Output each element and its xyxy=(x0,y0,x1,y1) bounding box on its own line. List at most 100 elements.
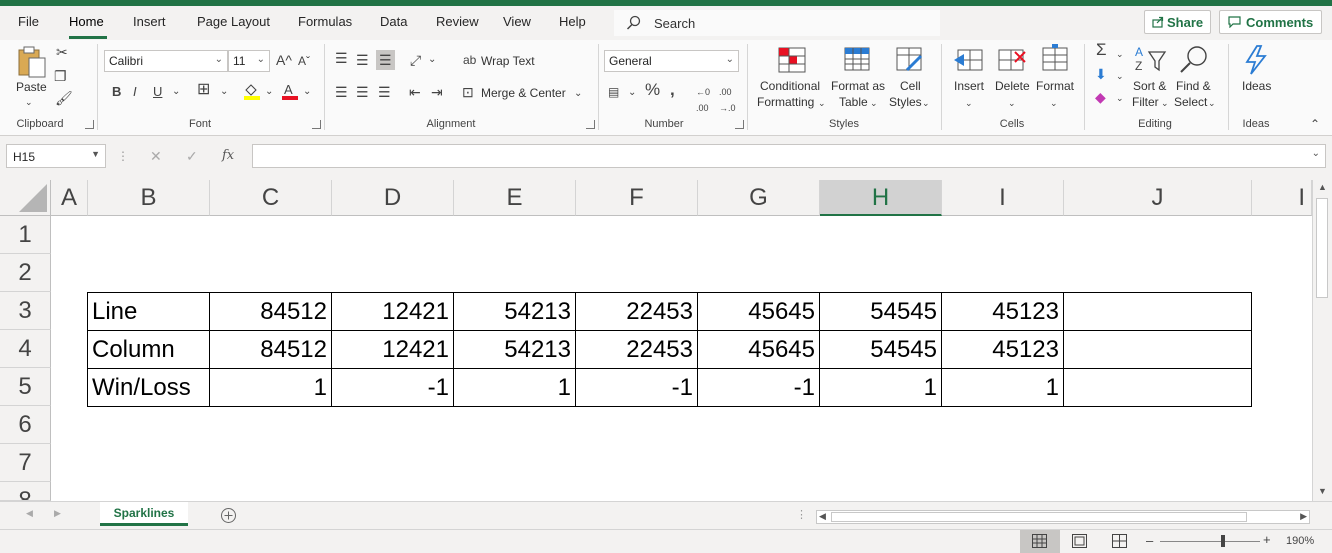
font-color-icon[interactable]: A xyxy=(281,82,299,100)
decrease-font-icon[interactable]: Aˇ xyxy=(298,53,310,69)
align-left-icon[interactable]: ☰ xyxy=(335,84,348,100)
ideas-button[interactable]: Ideas xyxy=(1242,79,1271,93)
find-select-icon[interactable] xyxy=(1179,44,1209,74)
column-header-e[interactable]: E xyxy=(454,180,576,216)
scroll-right-icon[interactable]: ▶ xyxy=(1300,511,1307,522)
table-cell-empty[interactable] xyxy=(1064,293,1252,331)
chevron-down-icon[interactable]: ⌄ xyxy=(965,95,973,111)
column-header-i[interactable]: I xyxy=(942,180,1064,216)
chevron-down-icon[interactable]: ⌄ xyxy=(818,95,826,111)
table-cell[interactable]: 54545 xyxy=(820,293,942,331)
table-cell[interactable]: 84512 xyxy=(210,331,332,369)
wrap-text-button[interactable]: Wrap Text xyxy=(481,54,535,68)
increase-font-icon[interactable]: A^ xyxy=(276,52,292,68)
page-layout-view-icon[interactable] xyxy=(1072,534,1087,548)
row-header-7[interactable]: 7 xyxy=(0,444,51,482)
zoom-in-icon[interactable]: + xyxy=(1263,532,1271,547)
font-launcher[interactable] xyxy=(312,120,321,129)
horizontal-scroll-thumb[interactable] xyxy=(831,512,1247,522)
tab-help[interactable]: Help xyxy=(559,14,586,29)
column-header-k[interactable]: I xyxy=(1252,180,1312,216)
chevron-down-icon[interactable]: ⌄ xyxy=(265,84,273,100)
select-all-button[interactable] xyxy=(0,180,51,216)
share-button[interactable]: Share xyxy=(1144,10,1211,34)
paste-label[interactable]: Paste xyxy=(16,80,47,94)
zoom-out-icon[interactable]: – xyxy=(1146,533,1153,548)
cell-styles-icon[interactable] xyxy=(895,46,925,74)
horizontal-scrollbar[interactable]: ◀ ▶ xyxy=(816,510,1310,524)
zoom-slider-track[interactable] xyxy=(1160,541,1260,542)
chevron-down-icon[interactable]: ⌄ xyxy=(628,85,636,101)
table-cell[interactable]: -1 xyxy=(576,369,698,407)
select-label[interactable]: Select xyxy=(1174,95,1207,109)
tab-review[interactable]: Review xyxy=(436,14,479,29)
align-bottom-icon[interactable]: ☰ xyxy=(376,50,395,70)
cut-icon[interactable]: ✂ xyxy=(56,44,68,60)
column-header-f[interactable]: F xyxy=(576,180,698,216)
chevron-down-icon[interactable]: ⌄ xyxy=(1116,90,1124,106)
table-cell[interactable]: 54213 xyxy=(454,331,576,369)
table-label[interactable]: Table xyxy=(839,95,868,109)
table-cell[interactable]: 1 xyxy=(210,369,332,407)
table-cell[interactable]: 1 xyxy=(942,369,1064,407)
tab-file[interactable]: File xyxy=(18,14,39,29)
alignment-launcher[interactable] xyxy=(586,120,595,129)
table-cell[interactable]: Line xyxy=(88,293,210,331)
wrap-text-icon[interactable]: ab xyxy=(463,52,476,68)
borders-icon[interactable]: ⊞ xyxy=(197,82,210,98)
clear-icon[interactable]: ◆ xyxy=(1095,89,1106,105)
table-cell[interactable]: 45123 xyxy=(942,331,1064,369)
ideas-icon[interactable] xyxy=(1241,44,1269,76)
chevron-down-icon[interactable]: ⌄ xyxy=(1116,68,1124,84)
table-cell[interactable]: 22453 xyxy=(576,293,698,331)
chevron-down-icon[interactable]: ⌄ xyxy=(1116,46,1124,62)
italic-button[interactable]: I xyxy=(133,84,137,100)
tab-insert[interactable]: Insert xyxy=(133,14,166,29)
name-box[interactable]: H15 ▼ xyxy=(6,144,106,168)
decrease-indent-icon[interactable]: ⇤ xyxy=(409,84,421,100)
chevron-down-icon[interactable]: ⌄ xyxy=(922,95,930,111)
accounting-format-icon[interactable]: ▤ xyxy=(608,84,619,100)
increase-indent-icon[interactable]: ⇥ xyxy=(431,84,443,100)
vertical-scroll-thumb[interactable] xyxy=(1316,198,1328,298)
row-header-2[interactable]: 2 xyxy=(0,254,51,292)
row-header-1[interactable]: 1 xyxy=(0,216,51,254)
insert-function-icon[interactable]: fx xyxy=(222,148,234,164)
table-cell[interactable]: 12421 xyxy=(332,293,454,331)
align-middle-icon[interactable]: ☰ xyxy=(356,52,369,68)
orientation-icon[interactable]: ⤢ xyxy=(410,52,421,68)
format-as-table-icon[interactable] xyxy=(843,46,873,74)
paste-dropdown-icon[interactable]: ⌄ xyxy=(25,94,33,110)
align-center-icon[interactable]: ☰ xyxy=(356,84,369,100)
format-cells-icon[interactable] xyxy=(1040,44,1070,74)
row-header-4[interactable]: 4 xyxy=(0,330,51,368)
row-header-3[interactable]: 3 xyxy=(0,292,51,330)
chevron-down-icon[interactable]: ⌄ xyxy=(303,84,311,100)
more-options-icon[interactable]: ⋮ xyxy=(117,148,129,164)
enter-icon[interactable]: ✓ xyxy=(186,148,198,164)
table-cell[interactable]: 84512 xyxy=(210,293,332,331)
table-cell[interactable]: 12421 xyxy=(332,331,454,369)
copy-icon[interactable]: ❐ xyxy=(54,68,67,84)
normal-view-button[interactable] xyxy=(1020,530,1060,553)
chevron-down-icon[interactable]: ⌄ xyxy=(428,52,436,68)
column-header-g[interactable]: G xyxy=(698,180,820,216)
column-header-c[interactable]: C xyxy=(210,180,332,216)
chevron-down-icon[interactable]: ⌄ xyxy=(1050,95,1058,111)
filter-label[interactable]: Filter xyxy=(1132,95,1159,109)
font-name-select[interactable]: Calibri ⌄ xyxy=(104,50,228,72)
row-header-5[interactable]: 5 xyxy=(0,368,51,406)
scroll-up-icon[interactable]: ▲ xyxy=(1318,182,1327,192)
worksheet-grid[interactable]: A B C D E F G H I J I 1 2 3 4 5 6 7 8 Li… xyxy=(0,180,1312,501)
conditional-formatting-icon[interactable] xyxy=(777,46,807,74)
align-top-icon[interactable]: ☰ xyxy=(335,50,348,66)
scroll-down-icon[interactable]: ▼ xyxy=(1318,486,1327,496)
align-right-icon[interactable]: ☰ xyxy=(378,84,391,100)
merge-center-icon[interactable]: ⊡ xyxy=(462,84,474,100)
autosum-icon[interactable]: Σ xyxy=(1096,41,1107,58)
format-as-label[interactable]: Format as xyxy=(831,79,885,93)
conditional-label[interactable]: Conditional xyxy=(760,79,820,93)
percent-style-icon[interactable]: % xyxy=(645,81,660,98)
table-cell[interactable]: -1 xyxy=(698,369,820,407)
table-cell[interactable]: 45123 xyxy=(942,293,1064,331)
